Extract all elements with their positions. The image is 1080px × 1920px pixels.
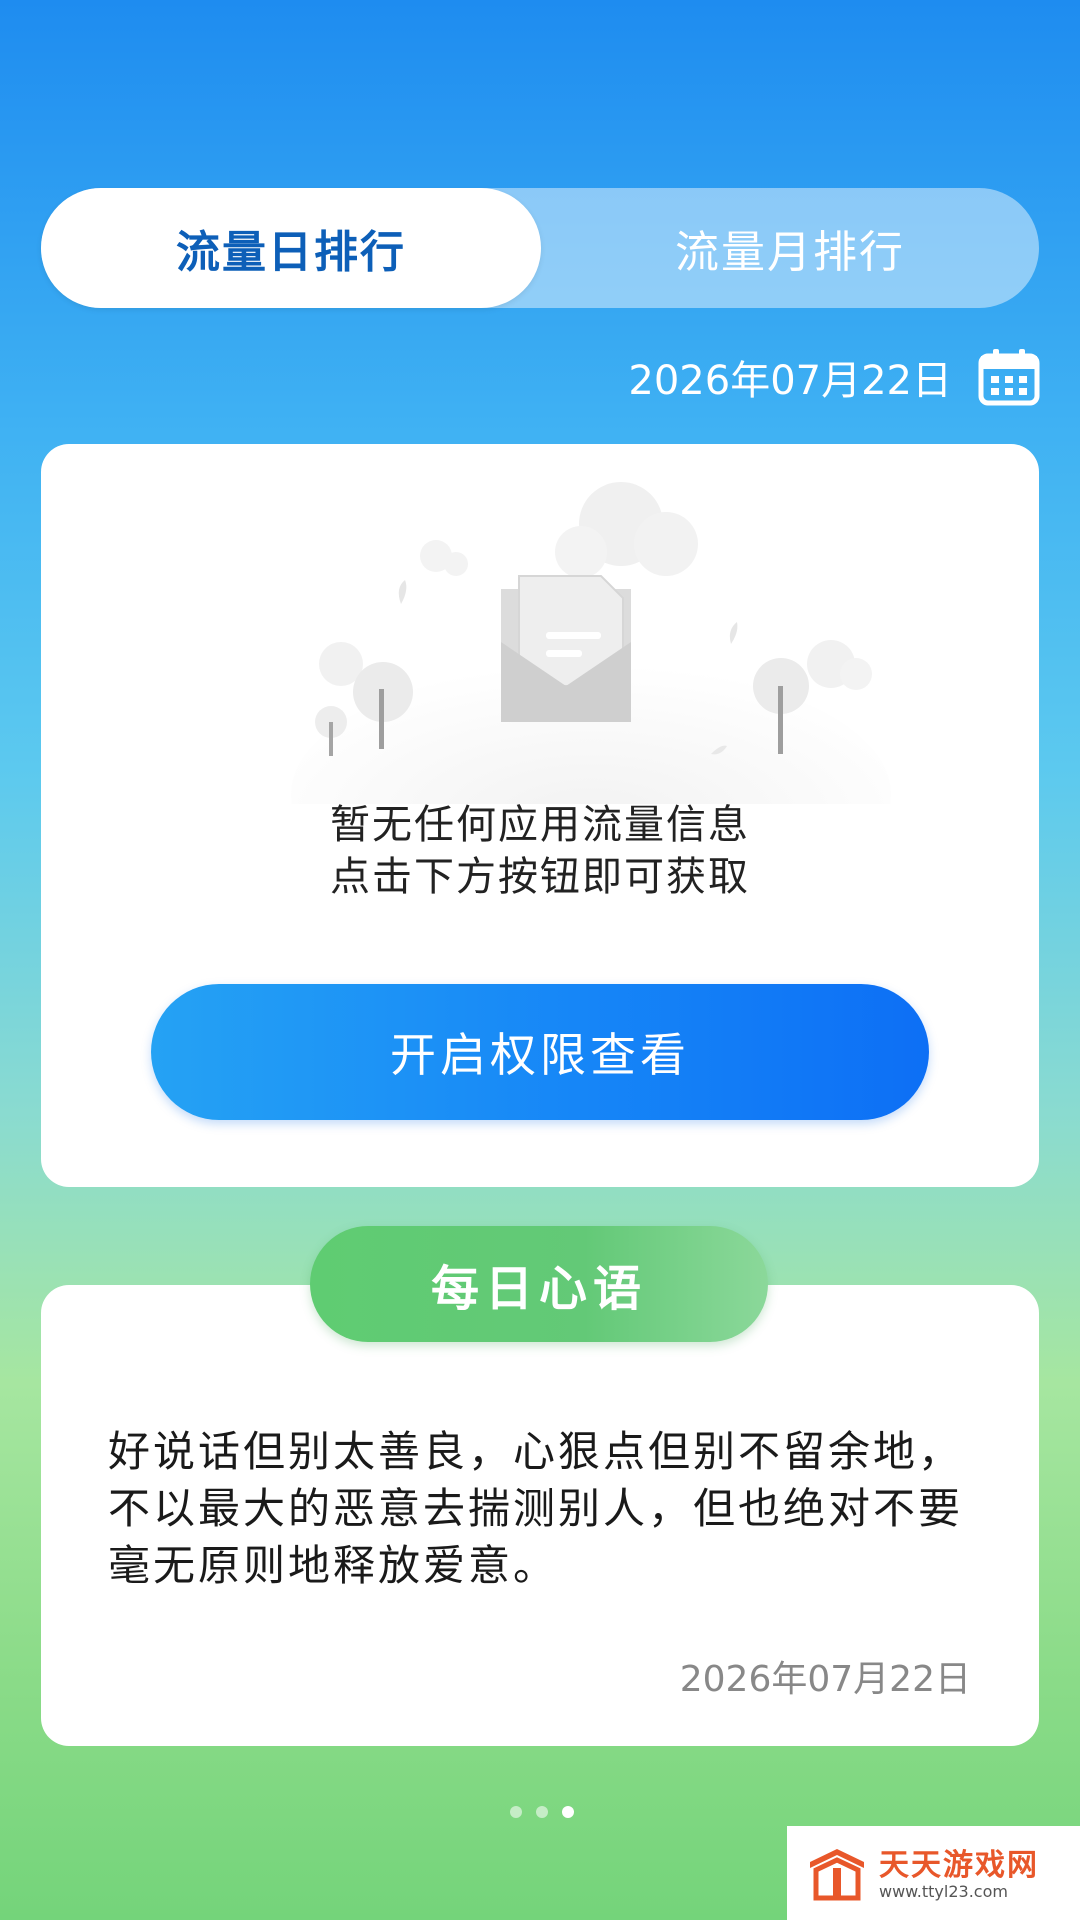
watermark-logo-icon: [810, 1849, 864, 1901]
page-dot-active[interactable]: [562, 1806, 574, 1818]
page-dot[interactable]: [536, 1806, 548, 1818]
empty-message-line2: 点击下方按钮即可获取: [330, 854, 750, 900]
watermark-url: www.ttyl23.com: [879, 1882, 1008, 1901]
daily-quote-card: 好说话但别太善良，心狠点但别不留余地，不以最大的恶意去揣测别人，但也绝对不要毫无…: [41, 1285, 1039, 1746]
daily-quote-badge: 每日心语: [310, 1226, 768, 1342]
watermark-site-name: 天天游戏网: [879, 1848, 1039, 1883]
empty-inbox-illustration: [291, 482, 891, 804]
enable-permission-button[interactable]: 开启权限查看: [151, 984, 929, 1120]
traffic-ranking-card: 暂无任何应用流量信息 点击下方按钮即可获取 开启权限查看: [41, 444, 1039, 1187]
tab-monthly-ranking[interactable]: 流量月排行: [541, 188, 1039, 308]
page-indicator: [510, 1806, 574, 1818]
calendar-icon[interactable]: [978, 348, 1040, 406]
daily-quote-text: 好说话但别太善良，心狠点但别不留余地，不以最大的恶意去揣测别人，但也绝对不要毫无…: [108, 1427, 964, 1590]
selected-date: 2026年07月22日: [628, 358, 952, 404]
tab-daily-ranking[interactable]: 流量日排行: [41, 188, 541, 308]
daily-quote-date: 2026年07月22日: [679, 1659, 971, 1700]
ranking-tab-bar: 流量日排行 流量月排行: [41, 188, 1039, 308]
page-dot[interactable]: [510, 1806, 522, 1818]
watermark: 天天游戏网 www.ttyl23.com: [787, 1826, 1080, 1920]
empty-message-line1: 暂无任何应用流量信息: [330, 802, 750, 848]
date-selector[interactable]: 2026年07月22日: [628, 345, 1040, 409]
